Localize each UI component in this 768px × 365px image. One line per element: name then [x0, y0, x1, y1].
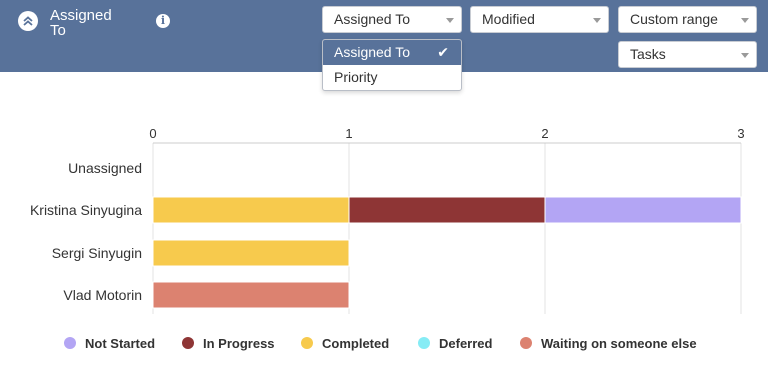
legend-label: Waiting on someone else [541, 335, 697, 351]
legend-swatch [64, 337, 76, 349]
date-field-value: Modified [482, 11, 535, 27]
x-tick-label: 3 [737, 126, 744, 141]
collapse-button[interactable] [18, 11, 38, 31]
chevron-down-icon [741, 53, 749, 58]
legend-item-completed[interactable]: Completed [301, 334, 389, 352]
bar-segment-completed [152, 239, 350, 267]
x-tick-label: 0 [149, 126, 156, 141]
dropdown-option-assigned-to[interactable]: Assigned To ✔ [323, 40, 461, 65]
date-range-select[interactable]: Custom range [618, 6, 757, 33]
double-chevron-up-icon [23, 16, 33, 26]
legend-label: Not Started [85, 335, 156, 351]
info-icon[interactable]: i [156, 14, 170, 28]
legend-swatch [301, 337, 313, 349]
legend-label: Deferred [439, 335, 493, 351]
dropdown-option-priority[interactable]: Priority [323, 65, 461, 90]
x-tick-label: 2 [541, 126, 548, 141]
dropdown-option-label: Assigned To [334, 44, 411, 60]
chart-legend: Not Started In Progress Completed Deferred W… [0, 334, 768, 352]
item-type-value: Tasks [630, 46, 666, 62]
legend-label: Completed [322, 335, 390, 351]
legend-item-deferred[interactable]: Deferred [418, 334, 492, 352]
chevron-down-icon [741, 18, 749, 23]
group-by-dropdown-menu: Assigned To ✔ Priority [322, 39, 462, 91]
y-category-label: Sergi Sinyugin [52, 245, 142, 261]
y-category-label: Kristina Sinyugina [30, 202, 142, 218]
y-category-label: Vlad Motorin [63, 287, 142, 303]
legend-label: In Progress [203, 335, 275, 351]
y-category-label: Unassigned [68, 160, 142, 176]
legend-item-waiting-on-someone-else[interactable]: Waiting on someone else [520, 334, 697, 352]
legend-swatch [418, 337, 430, 349]
legend-swatch [520, 337, 532, 349]
bar-segment-not-started [544, 196, 742, 224]
chevron-down-icon [446, 18, 454, 23]
item-type-select[interactable]: Tasks [618, 41, 757, 68]
x-tick-label: 1 [345, 126, 352, 141]
date-field-select[interactable]: Modified [470, 6, 609, 33]
stacked-bar-chart: 0 1 2 3 Unassigned Kristina Sinyugina Sergi Si… [30, 126, 745, 314]
checkmark-icon: ✔ [437, 44, 449, 60]
widget-title: Assigned To [50, 7, 112, 39]
bar-segment-completed [152, 196, 350, 224]
bar-segment-in-progress [348, 196, 546, 224]
date-range-value: Custom range [630, 11, 718, 27]
legend-item-not-started[interactable]: Not Started [64, 334, 155, 352]
legend-item-in-progress[interactable]: In Progress [182, 334, 275, 352]
group-by-select[interactable]: Assigned To [322, 6, 462, 33]
group-by-value: Assigned To [334, 11, 411, 27]
dropdown-option-label: Priority [334, 69, 378, 85]
chevron-down-icon [593, 18, 601, 23]
bar-segment-waiting-on-someone-else [152, 281, 350, 309]
legend-swatch [182, 337, 194, 349]
